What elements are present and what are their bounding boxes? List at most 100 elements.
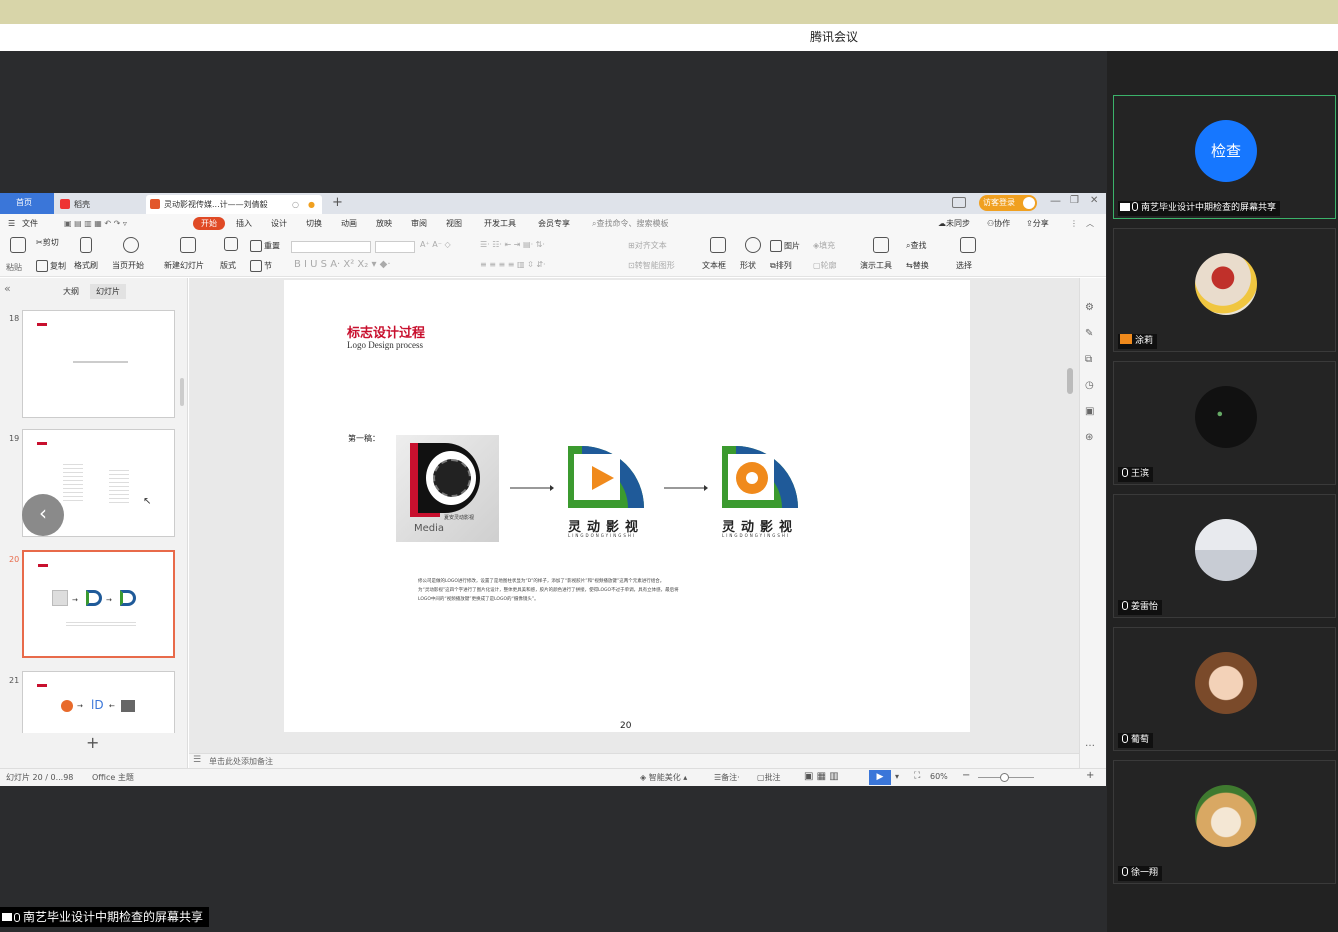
command-search[interactable]: ⌕查找命令、搜索模板 [592,217,668,230]
outline-button[interactable]: ▢轮廓 [813,260,837,271]
add-slide-plus-icon[interactable]: + [86,733,99,752]
participant-tile[interactable]: 姜雷怡 [1113,494,1336,618]
pin-icon[interactable]: ✎ [1085,328,1093,339]
slide-thumbnail-21[interactable]: → lD ← [22,671,175,733]
from-current-button[interactable]: 当页开始 [112,260,144,271]
ribbon-tab-member[interactable]: 会员专享 [538,217,570,230]
paragraph-align-icons[interactable]: ≡ ≡ ≡ ≡ ▥ ⇳ ⇵· [480,260,546,269]
format-painter-icon[interactable] [80,237,92,255]
more-tools-icon[interactable]: … [1085,738,1095,749]
new-slide-icon[interactable] [180,237,196,255]
slideshow-play-icon[interactable]: ▶ [869,770,891,785]
font-size-adjust-icons[interactable]: A⁺ A⁻ ◇ [420,240,451,249]
ribbon-tab-slideshow[interactable]: 放映 [376,217,392,230]
collab-button[interactable]: ⚇协作 [987,217,1010,230]
zoom-slider-handle[interactable] [1000,773,1009,782]
tab-daoke[interactable]: 稻壳 [56,195,142,214]
window-mode-icon[interactable] [952,197,966,208]
zoom-level[interactable]: 60% [930,772,948,781]
more-icon[interactable]: ⋮ [1070,217,1078,230]
find-button[interactable]: ⌕查找 [906,240,926,251]
format-painter-button[interactable]: 格式刷 [74,260,98,271]
tab-outline[interactable]: 大纲 [63,286,79,297]
slide-thumbnail-19[interactable]: ‹ ↖ [22,429,175,537]
list-icons[interactable]: ☰· ☷· ⇤ ⇥ ▤· ⇅· [480,240,545,249]
sync-status[interactable]: ☁未同步 [938,217,970,230]
align-text-button[interactable]: ⊞对齐文本 [628,240,667,251]
shape-button[interactable]: 形状 [740,260,756,271]
arrange-button[interactable]: ⧉排列 [770,260,792,271]
current-slide[interactable]: 标志设计过程 Logo Design process 第一稿： Media 夏安… [284,280,970,732]
participant-tile[interactable]: 徐一翔 [1113,760,1336,884]
select-icon[interactable] [960,237,976,255]
comment-toggle[interactable]: ▢批注 [757,772,781,783]
zoom-in-icon[interactable]: + [1086,770,1094,781]
textbox-button[interactable]: 文本框 [702,260,726,271]
layout-icon[interactable] [224,237,238,253]
close-icon[interactable]: ✕ [1090,195,1098,206]
slideshow-dropdown-icon[interactable]: ▾ [895,772,899,781]
paste-button[interactable]: 粘贴 [6,262,22,273]
new-tab-plus-icon[interactable]: + [332,195,343,210]
settings-sliders-icon[interactable]: ⚙ [1085,302,1094,313]
layout-button[interactable]: 版式 [220,260,236,271]
fit-window-icon[interactable]: ⛶ [914,771,920,781]
notes-toggle[interactable]: ☰备注· [714,772,740,783]
cut-button[interactable]: ✂剪切 [36,237,59,248]
paste-icon[interactable] [10,237,26,255]
replace-button[interactable]: ⇆替换 [906,260,929,271]
ribbon-tab-file[interactable]: 文件 [22,217,38,230]
textbox-icon[interactable] [710,237,726,255]
guest-login-button[interactable]: 访客登录 [979,195,1037,211]
participant-tile[interactable]: 王滨 [1113,361,1336,485]
font-style-icons[interactable]: B I U S A· X² X₂ ▾ ◆· [294,259,391,270]
location-icon[interactable]: ⊛ [1085,432,1093,443]
minimize-icon[interactable]: — [1050,194,1061,207]
ribbon-tab-view[interactable]: 视图 [446,217,462,230]
thumbnail-scrollbar[interactable] [180,378,184,406]
select-button[interactable]: 选择 [956,260,972,271]
smartart-button[interactable]: ⊡转智能图形 [628,260,675,271]
reset-button[interactable]: 重置 [250,240,280,252]
slide-thumbnail-20[interactable]: → → [22,550,175,658]
ribbon-tab-animation[interactable]: 动画 [341,217,357,230]
restore-icon[interactable]: ❐ [1070,195,1079,206]
presenter-icon[interactable] [873,237,889,255]
fill-button[interactable]: ◈填充 [813,240,835,251]
menu-icon[interactable]: ☰ [8,217,15,230]
shape-icon[interactable] [745,237,761,255]
ribbon-tab-review[interactable]: 审阅 [411,217,427,230]
picture-button[interactable]: 图片 [770,240,800,252]
play-icon[interactable] [123,237,139,255]
image-icon[interactable]: ▣ [1085,406,1094,417]
copy-button[interactable]: 复制 [36,260,66,272]
canvas-scrollbar[interactable] [1067,368,1073,394]
prev-slide-chevron-icon[interactable]: ‹ [22,494,64,536]
section-button[interactable]: 节 [250,260,272,272]
share-button[interactable]: ⇪分享 [1026,217,1049,230]
clock-icon[interactable]: ◷ [1085,380,1094,391]
new-slide-button[interactable]: 新建幻灯片 [164,260,204,271]
ribbon-tab-developer[interactable]: 开发工具 [484,217,516,230]
font-family-select[interactable] [291,241,371,253]
view-mode-icons[interactable]: ▣ ▦ ▥ [804,771,839,782]
transform-icon[interactable]: ⧉ [1085,354,1092,365]
notes-bar[interactable]: ☰ 单击此处添加备注 [189,753,1079,768]
participant-tile[interactable]: 葡萄 [1113,627,1336,751]
participant-tile[interactable]: 检查 南艺毕业设计中期检查的屏幕共享 [1113,95,1336,219]
ribbon-tab-start[interactable]: 开始 [193,217,225,230]
collapse-pane-icon[interactable]: « [4,282,11,295]
ribbon-tab-insert[interactable]: 插入 [236,217,252,230]
beautify-button[interactable]: ◈ 智能美化 ▴ [640,772,687,783]
collapse-ribbon-icon[interactable]: ︿ [1086,217,1094,230]
slide-thumbnail-18[interactable] [22,310,175,418]
tab-slides[interactable]: 幻灯片 [90,284,126,299]
font-size-select[interactable] [375,241,415,253]
tab-document[interactable]: 灵动影视传媒...计——刘倩毅 ○ ● [146,195,322,214]
quick-access-icons[interactable]: ▣ ▤ ▥ ▦ ↶ ↷ ▿ [64,217,127,230]
ribbon-tab-design[interactable]: 设计 [271,217,287,230]
presenter-tools-button[interactable]: 演示工具 [860,260,892,271]
tab-home[interactable]: 首页 [0,193,54,214]
ribbon-tab-transition[interactable]: 切换 [306,217,322,230]
participant-tile[interactable]: 涂莉 [1113,228,1336,352]
